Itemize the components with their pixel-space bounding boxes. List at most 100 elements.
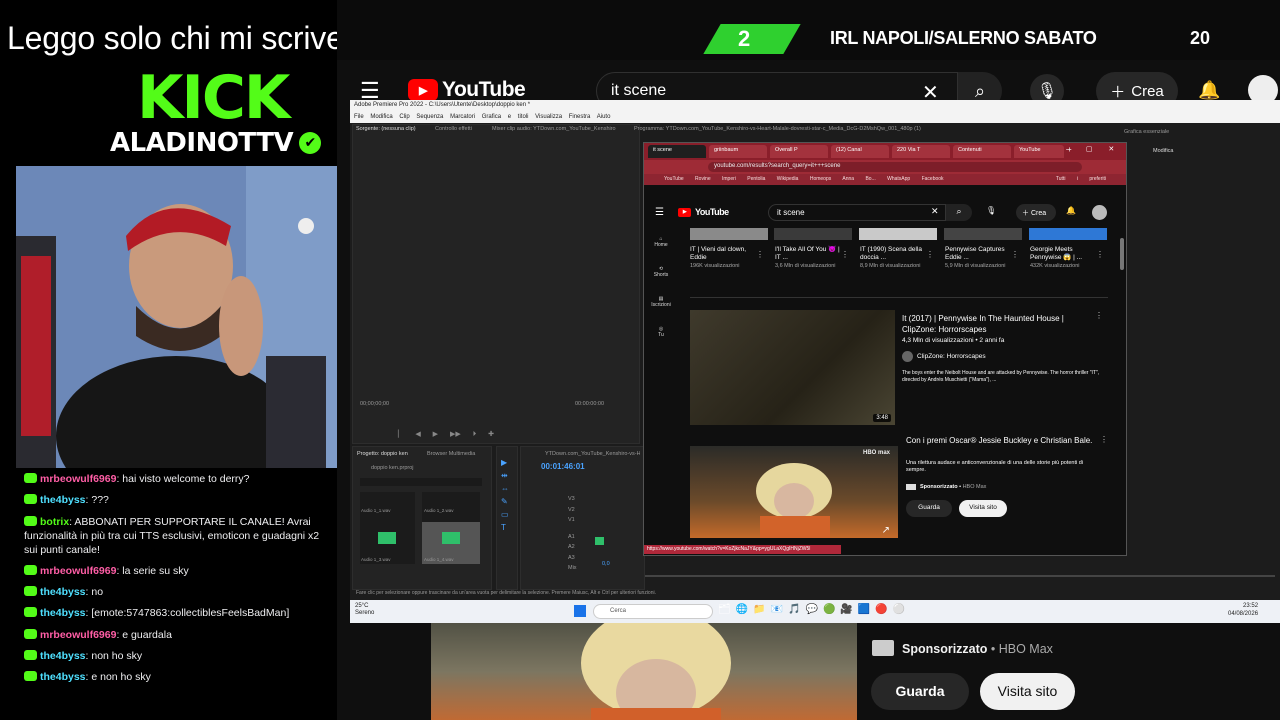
- more-options-icon[interactable]: ⋮: [1011, 250, 1019, 259]
- menu-help[interactable]: Aiuto: [597, 114, 611, 120]
- youtube-logo[interactable]: ▶ YouTube: [678, 207, 729, 217]
- tab-source[interactable]: Sorgente: (nessuna clip): [356, 126, 416, 132]
- url-input[interactable]: youtube.com/results?search_query=it+++sc…: [708, 162, 1082, 172]
- mix-value[interactable]: 0,0: [602, 561, 610, 567]
- weather-widget[interactable]: 25°C Sereno: [355, 603, 374, 617]
- bookmark-item[interactable]: Pentolia: [747, 176, 765, 182]
- audio-clip-block[interactable]: [595, 537, 604, 545]
- all-bookmarks[interactable]: Tutti i preferiti: [1056, 176, 1106, 182]
- menu-markers[interactable]: Marcatori: [450, 114, 475, 120]
- timeline-scrollbar[interactable]: [645, 575, 1275, 577]
- tab-media-browser[interactable]: Browser Multimedia: [427, 451, 475, 457]
- watch-button[interactable]: Guarda: [906, 500, 952, 517]
- short-card[interactable]: IT (1990) Scena della doccia ... 8,9 Mln …: [860, 246, 926, 270]
- tab-effect-controls[interactable]: Controllo effetti: [435, 126, 472, 132]
- watch-button[interactable]: Guarda: [871, 673, 969, 710]
- chat-username[interactable]: the4byss: [40, 607, 86, 619]
- sidebar-item-home[interactable]: ⌂ Home: [650, 236, 672, 248]
- menu-clip[interactable]: Clip: [399, 114, 409, 120]
- menu-icon[interactable]: ☰: [655, 207, 664, 218]
- bookmark-item[interactable]: WhatsApp: [887, 176, 910, 182]
- track-v2[interactable]: V2: [568, 505, 577, 516]
- short-card[interactable]: Pennywise Captures Eddie ... 5,9 Mln di v…: [945, 246, 1011, 270]
- visit-site-button[interactable]: Visita sito: [959, 500, 1007, 517]
- short-card[interactable]: I'll Take All Of You 😈 | IT ... 3,6 Mln d…: [775, 246, 841, 270]
- menu-view[interactable]: Visualizza: [535, 114, 562, 120]
- menu-graphics[interactable]: Grafica e titoli: [482, 114, 529, 120]
- chat-username[interactable]: mrbeowulf6969: [40, 565, 116, 577]
- chat-username[interactable]: the4byss: [40, 650, 86, 662]
- menu-file[interactable]: File: [354, 114, 364, 120]
- video-title[interactable]: It (2017) | Pennywise In The Haunted Hou…: [902, 313, 1092, 335]
- ad-title[interactable]: Con i premi Oscar® Jessie Buckley e Chri…: [906, 435, 1096, 446]
- tab-audio-mixer[interactable]: Mixer clip audio: YTDown.com_YouTube_Ken…: [492, 126, 616, 132]
- search-input[interactable]: it scene: [768, 204, 946, 221]
- windows-start-icon[interactable]: [574, 605, 586, 617]
- transport-controls[interactable]: ▏ ◀ ▶ ▶▶ ⏵ ✚: [398, 430, 628, 440]
- ad-channel[interactable]: HBO Max: [999, 642, 1053, 656]
- tab-sequence[interactable]: YTDown.com_YouTube_Kenshiro-vs-Heart-Mal…: [545, 451, 640, 457]
- short-thumbnail[interactable]: [859, 228, 937, 240]
- tab-program[interactable]: Programma: YTDown.com_YouTube_Kenshiro-v…: [634, 126, 1064, 132]
- chat-username[interactable]: mrbeowulf6969: [40, 629, 116, 641]
- bookmark-item[interactable]: YouTube: [664, 176, 684, 182]
- track-v3[interactable]: V3: [568, 494, 577, 505]
- ad-thumbnail[interactable]: HBO max ↗: [690, 446, 898, 538]
- short-card[interactable]: IT | Vieni dal clown, Eddie 196K visualiz…: [690, 246, 756, 270]
- chat-username[interactable]: the4byss: [40, 586, 86, 598]
- track-a1[interactable]: A1: [568, 532, 577, 543]
- bookmark-item[interactable]: Anna Bo...: [842, 176, 875, 182]
- track-a3[interactable]: A3: [568, 553, 577, 564]
- sidebar-item-shorts[interactable]: ⟲ Shorts: [650, 266, 672, 278]
- more-options-icon[interactable]: ⋮: [1100, 435, 1108, 444]
- track-a2[interactable]: A2: [568, 542, 577, 553]
- bell-icon[interactable]: 🔔: [1066, 206, 1076, 215]
- mic-icon[interactable]: 🎙: [986, 206, 996, 215]
- taskbar-search-input[interactable]: Cerca: [593, 604, 713, 619]
- short-thumbnail[interactable]: [1029, 228, 1107, 240]
- track-v1[interactable]: V1: [568, 515, 577, 526]
- chrome-tab[interactable]: griinbaum: [709, 145, 767, 158]
- ad-thumbnail-large[interactable]: [431, 623, 857, 720]
- menu-window[interactable]: Finestra: [569, 114, 591, 120]
- bookmark-item[interactable]: Wikipedia: [777, 176, 799, 182]
- more-options-icon[interactable]: ⋮: [926, 250, 934, 259]
- avatar[interactable]: [1092, 205, 1107, 220]
- chat-username[interactable]: the4byss: [40, 671, 86, 683]
- sidebar-item-you[interactable]: ◎ Tu: [650, 326, 672, 338]
- more-options-icon[interactable]: ⋮: [756, 250, 764, 259]
- youtube-logo[interactable]: ▶ YouTube: [408, 78, 526, 102]
- chat-username[interactable]: mrbeowulf6969: [40, 473, 116, 485]
- more-options-icon[interactable]: ⋮: [841, 250, 849, 259]
- chrome-tab[interactable]: Overall P: [770, 145, 828, 158]
- tools-icons[interactable]: ▶ ⇹ ⇔ ✎ ▭ T: [501, 456, 509, 534]
- sidebar-item-subscriptions[interactable]: ▤ Iscrizioni: [650, 296, 672, 308]
- chrome-tab[interactable]: 220 Via T: [892, 145, 950, 158]
- search-icon[interactable]: ⌕: [946, 204, 972, 221]
- video-thumbnail[interactable]: 3:48: [690, 310, 895, 425]
- menu-edit[interactable]: Modifica: [370, 114, 392, 120]
- scrollbar[interactable]: [1120, 238, 1124, 270]
- clear-search-icon[interactable]: ✕: [931, 206, 939, 217]
- chat-username[interactable]: the4byss: [40, 494, 86, 506]
- taskbar-clock[interactable]: 23:52 04/08/2026: [1228, 602, 1258, 618]
- tab-project[interactable]: Progetto: doppio ken: [357, 451, 408, 457]
- short-thumbnail[interactable]: [774, 228, 852, 240]
- bookmark-item[interactable]: Homeops: [810, 176, 831, 182]
- chrome-tab[interactable]: YouTube: [1014, 145, 1064, 158]
- visit-site-button[interactable]: Visita sito: [980, 673, 1075, 710]
- short-thumbnail[interactable]: [690, 228, 768, 240]
- bookmark-item[interactable]: Facebook: [922, 176, 944, 182]
- bookmark-item[interactable]: Rovine Imperi: [695, 176, 736, 182]
- chrome-tab[interactable]: Contenuti: [953, 145, 1011, 158]
- ad-channel[interactable]: HBO Max: [963, 484, 987, 490]
- chat-username[interactable]: botrix: [40, 516, 69, 528]
- project-item[interactable]: [422, 492, 480, 522]
- chrome-tab[interactable]: it scene: [648, 145, 706, 158]
- project-item[interactable]: [360, 492, 415, 522]
- short-card[interactable]: Georgie Meets Pennywise 😱 | ... 432K visu…: [1030, 246, 1096, 270]
- taskbar-app-icons[interactable]: 🗂🌐📁📧🎵💬🟢🎥🟦🔴⚪: [718, 604, 910, 615]
- project-search-input[interactable]: [360, 478, 482, 486]
- window-controls[interactable]: – ▢ ✕: [1066, 145, 1114, 153]
- channel-name[interactable]: ClipZone: Horrorscapes: [917, 353, 986, 361]
